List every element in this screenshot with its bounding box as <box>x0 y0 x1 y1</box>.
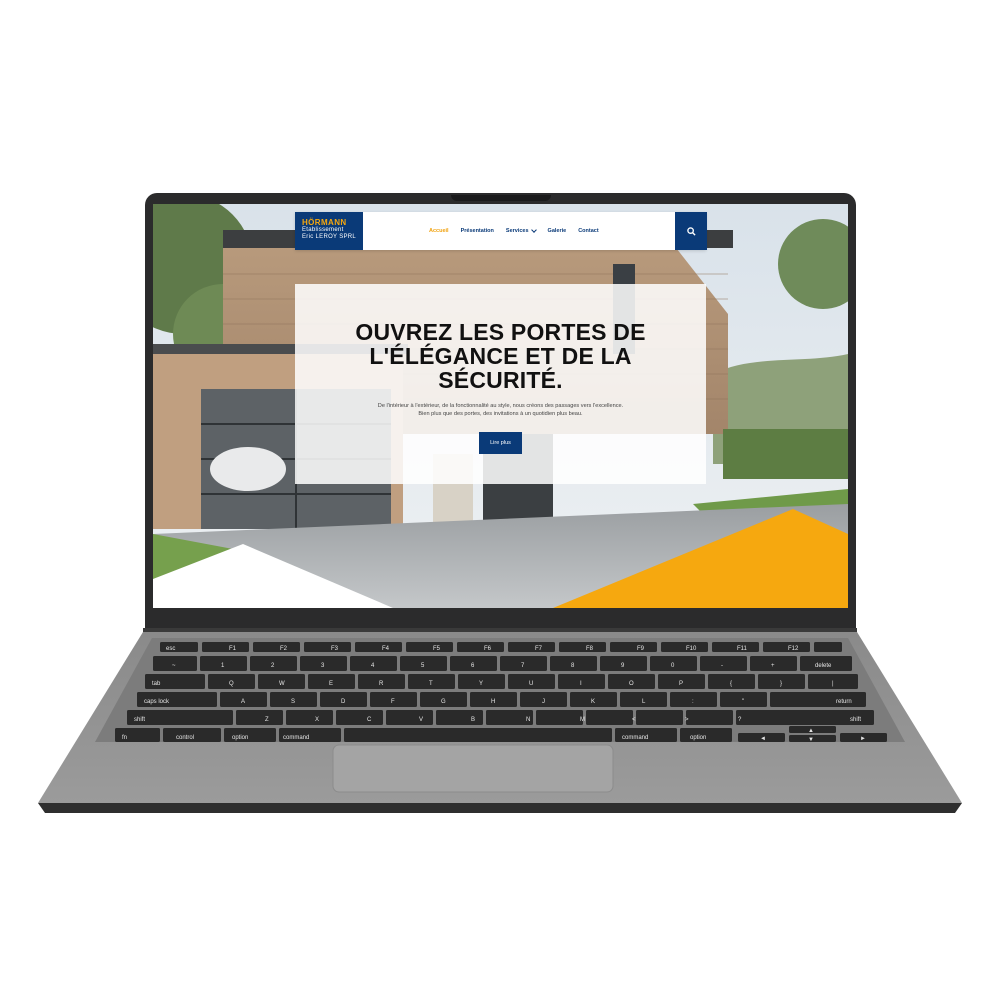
key-tilde[interactable]: ~ <box>172 663 176 669</box>
key-a[interactable]: A <box>241 699 245 705</box>
keyboard-a-row: caps lock A S D F G H J K L : " return <box>137 692 866 707</box>
key-x[interactable]: X <box>315 717 319 723</box>
hero-card: OUVREZ LES PORTES DE L'ÉLÉGANCE ET DE LA… <box>295 284 706 484</box>
key-g[interactable]: G <box>441 699 446 705</box>
key-k[interactable]: K <box>591 699 595 705</box>
key-o[interactable]: O <box>629 681 634 687</box>
key-n[interactable]: N <box>526 717 530 723</box>
key-e[interactable]: E <box>329 681 333 687</box>
key-f11[interactable]: F11 <box>737 646 748 652</box>
site-navbar: HÖRMANN Etablissement Eric LEROY SPRL Ac… <box>295 212 707 250</box>
key-f1[interactable]: F1 <box>229 646 237 652</box>
chevron-down-icon <box>530 227 537 233</box>
key-return[interactable]: return <box>836 699 852 705</box>
nav-services-label: Services <box>505 228 529 234</box>
key-b[interactable]: B <box>471 717 475 723</box>
key-f7[interactable]: F7 <box>535 646 543 652</box>
key-v[interactable]: V <box>419 717 423 723</box>
key-esc[interactable]: esc <box>166 646 175 652</box>
key-quote[interactable]: " <box>742 699 744 705</box>
nav-contact[interactable]: Contact <box>578 228 598 234</box>
key-m[interactable]: M <box>580 717 585 723</box>
key-j[interactable]: J <box>542 699 545 705</box>
key-f[interactable]: F <box>391 699 395 705</box>
laptop-screen: HÖRMANN Etablissement Eric LEROY SPRL Ac… <box>153 204 848 608</box>
key-r[interactable]: R <box>379 681 384 687</box>
hero-text-line-1: De l'intérieur à l'extérieur, de la fonc… <box>377 403 624 409</box>
key-arrow-left[interactable]: ◄ <box>760 736 766 742</box>
logo-line-1: Etablissement <box>302 227 344 233</box>
key-brace-right[interactable]: } <box>780 681 782 687</box>
key-control[interactable]: control <box>176 735 194 741</box>
key-t[interactable]: T <box>429 681 433 687</box>
search-icon <box>686 226 696 236</box>
logo-line-2: Eric LEROY SPRL <box>302 234 357 240</box>
laptop-lid: HÖRMANN Etablissement Eric LEROY SPRL Ac… <box>145 193 856 630</box>
nav-accueil[interactable]: Accueil <box>429 228 449 234</box>
key-arrow-right[interactable]: ► <box>860 736 866 742</box>
main-menu: Accueil Présentation Services Galerie Co… <box>429 212 599 250</box>
site-logo[interactable]: HÖRMANN Etablissement Eric LEROY SPRL <box>295 212 363 250</box>
key-shift-left[interactable]: shift <box>134 717 145 723</box>
key-f3[interactable]: F3 <box>331 646 339 652</box>
hero-text: De l'intérieur à l'extérieur, de la fonc… <box>295 402 706 418</box>
key-c[interactable]: C <box>367 717 372 723</box>
key-command-left[interactable]: command <box>283 735 309 741</box>
key-caps-lock[interactable]: caps lock <box>144 699 170 705</box>
key-f10[interactable]: F10 <box>686 646 697 652</box>
key-f2[interactable]: F2 <box>280 646 288 652</box>
key-brace-left[interactable]: { <box>730 681 732 687</box>
key-s[interactable]: S <box>291 699 295 705</box>
key-z[interactable]: Z <box>265 717 269 723</box>
key-fn[interactable]: fn <box>122 735 127 741</box>
key-w[interactable]: W <box>279 681 285 687</box>
key-space[interactable] <box>344 728 612 742</box>
key-plus[interactable]: + <box>771 663 775 669</box>
hero-text-line-2: Bien plus que des portes, des invitation… <box>418 411 583 417</box>
laptop-base: esc F1 F2 F3 F4 F5 F6 F7 F8 F9 F10 F11 F… <box>38 628 962 813</box>
key-arrow-up[interactable]: ▲ <box>808 728 814 734</box>
key-greater-than[interactable]: > <box>685 717 689 723</box>
key-f4[interactable]: F4 <box>382 646 390 652</box>
read-more-button[interactable]: Lire plus <box>479 432 522 454</box>
key-option-left[interactable]: option <box>232 735 248 741</box>
key-h[interactable]: H <box>491 699 495 705</box>
key-tab[interactable]: tab <box>152 681 161 687</box>
logo-brand: HÖRMANN <box>302 218 347 227</box>
keyboard-function-row: esc F1 F2 F3 F4 F5 F6 F7 F8 F9 F10 F11 F… <box>160 642 842 652</box>
key-q[interactable]: Q <box>229 681 234 687</box>
key-delete[interactable]: delete <box>815 663 832 669</box>
key-f9[interactable]: F9 <box>637 646 645 652</box>
search-button[interactable] <box>675 212 707 250</box>
keyboard-q-row: tab Q W E R T Y U I O P { } | <box>145 674 858 689</box>
key-f5[interactable]: F5 <box>433 646 441 652</box>
key-p[interactable]: P <box>679 681 683 687</box>
key-minus[interactable]: - <box>721 663 723 669</box>
key-d[interactable]: D <box>341 699 346 705</box>
key-f8[interactable]: F8 <box>586 646 594 652</box>
nav-galerie[interactable]: Galerie <box>548 228 567 234</box>
key-arrow-down[interactable]: ▼ <box>808 737 814 743</box>
key-shift-right[interactable]: shift <box>850 717 861 723</box>
trackpad[interactable] <box>332 744 614 793</box>
key-option-right[interactable]: option <box>690 735 706 741</box>
keyboard-z-row: shift Z X C V B N M < > ? shift <box>127 710 874 725</box>
key-f12[interactable]: F12 <box>788 646 799 652</box>
webcam-notch <box>450 195 551 201</box>
key-f6[interactable]: F6 <box>484 646 492 652</box>
hero-title: OUVREZ LES PORTES DE L'ÉLÉGANCE ET DE LA… <box>355 319 646 393</box>
nav-services[interactable]: Services <box>505 227 537 234</box>
nav-presentation[interactable]: Présentation <box>461 228 494 234</box>
key-command-right[interactable]: command <box>622 735 648 741</box>
key-less-than[interactable]: < <box>632 717 636 723</box>
key-u[interactable]: U <box>529 681 533 687</box>
key-y[interactable]: Y <box>479 681 483 687</box>
